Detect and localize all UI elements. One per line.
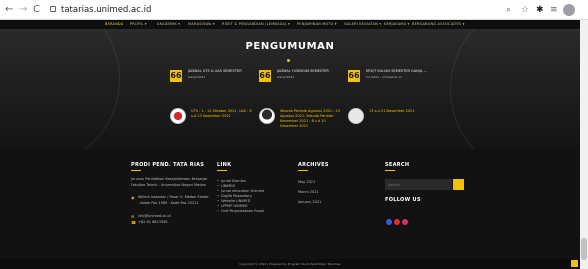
heading-underline <box>385 170 395 171</box>
lock-icon[interactable] <box>50 6 56 12</box>
nav-item-kerjasama[interactable]: KERJASAMA ▾ <box>384 21 409 28</box>
reload-icon[interactable]: C <box>33 3 40 17</box>
announcement-post[interactable]: Wisuda Periode Agustus 2021 : 23 Agustus… <box>259 108 344 138</box>
forward-icon[interactable]: → <box>19 3 27 17</box>
card-title[interactable]: JADWAL UTS & UAS SEMESTER <box>188 69 268 74</box>
search-input[interactable] <box>385 179 452 190</box>
back-to-top-button[interactable] <box>571 260 578 267</box>
footer-search-heading: SEARCH <box>385 162 410 168</box>
heading-underline <box>217 170 227 171</box>
follow-us-heading: FOLLOW US <box>385 197 421 203</box>
footer-about-desc: Jurusan Pendidikan Kesejahteraan Keluarg… <box>131 177 207 187</box>
bookmark-star-icon[interactable]: ☆ <box>521 3 529 17</box>
card-title[interactable]: KRS/T KULIAH SEMESTER GANJIL ... <box>366 69 446 74</box>
copyright-text: Copyright © 2021 | Powered by Program St… <box>239 262 341 266</box>
heading-underline <box>298 170 308 171</box>
youtube-icon[interactable] <box>394 219 400 225</box>
announcement-card[interactable]: 66 JADWAL UTS & UAS SEMESTER Ganjil 2021 <box>170 69 250 92</box>
zoom-icon[interactable]: ⌕ <box>506 3 511 17</box>
card-title[interactable]: JADWAL YUDISIUM SEMESTER <box>277 69 357 74</box>
profile-avatar[interactable] <box>563 4 575 16</box>
copyright-bar: Copyright © 2021 | Powered by Program St… <box>0 259 580 269</box>
post-thumbnail[interactable] <box>348 108 364 124</box>
reading-list-icon[interactable]: ≡ <box>550 3 558 17</box>
nav-item-akademik[interactable]: AKADEMIK ▾ <box>157 21 180 28</box>
announcement-card[interactable]: 66 KRS/T KULIAH SEMESTER GANJIL ... T.A … <box>348 69 428 92</box>
card-subtitle: T.A 2021 - unimed.ac.id <box>366 75 402 79</box>
post-text[interactable]: 13 s.d 21 Desember 2021 <box>369 109 431 114</box>
announcement-section: PENGUMUMAN 66 JADWAL UTS & UAS SEMESTER … <box>0 29 580 149</box>
nav-item-riset[interactable]: RISET & PENGABDIAN (LEMBAGA) ▾ <box>222 21 290 28</box>
quote-icon: 66 <box>348 70 360 82</box>
facebook-icon[interactable] <box>386 219 392 225</box>
scrollbar-thumb[interactable] <box>581 238 587 260</box>
footer-archives-heading: ARCHIVES <box>298 162 329 168</box>
phone-icon: ☎ <box>131 220 136 225</box>
nav-item-beranda[interactable]: BERANDA <box>105 21 123 28</box>
card-subtitle: Ganjil 2021 <box>188 75 206 79</box>
archive-link[interactable]: January 2021 <box>298 200 321 205</box>
announcement-post[interactable]: UTS : 1 - 11 Oktober 2021, UAS : 6 s.d 1… <box>170 108 255 138</box>
post-thumbnail[interactable] <box>170 108 186 124</box>
site-footer: PRODI PEND. TATA RIAS Jurusan Pendidikan… <box>0 149 580 259</box>
footer-address: Willem Iskandar / Pasar V, Medan Estate … <box>138 195 209 205</box>
browser-toolbar: ← → C tatarias.unimed.ac.id ⌕ ☆ ✱ ≡ <box>0 0 588 20</box>
card-subtitle: Ganjil 2021 <box>277 75 295 79</box>
location-pin-icon: ◉ <box>131 195 135 200</box>
announcement-post[interactable]: 13 s.d 21 Desember 2021 <box>348 108 433 138</box>
footer-link[interactable]: Unit Perpustakaan Pusat <box>217 209 264 214</box>
address-bar[interactable]: tatarias.unimed.ac.id <box>61 2 151 18</box>
post-thumbnail[interactable] <box>259 108 275 124</box>
nav-item-mahasiswa[interactable]: MAHASISWA ▾ <box>188 21 215 28</box>
title-accent-dot <box>287 59 290 62</box>
back-icon[interactable]: ← <box>5 3 13 17</box>
site-nav-bar: BERANDA PROFIL ▾ AKADEMIK ▾ MAHASISWA ▾ … <box>0 20 580 29</box>
heading-underline <box>131 170 141 171</box>
footer-phone: +62 61 6613365 <box>138 220 168 224</box>
archive-link[interactable]: May 2021 <box>298 180 315 185</box>
archive-link[interactable]: March 2021 <box>298 190 319 195</box>
email-icon: ✉ <box>131 214 135 219</box>
instagram-icon[interactable] <box>402 219 408 225</box>
extension-icon[interactable]: ✱ <box>536 3 544 17</box>
post-text[interactable]: Wisuda Periode Agustus 2021 : 23 Agustus… <box>280 109 342 129</box>
post-text[interactable]: UTS : 1 - 11 Oktober 2021, UAS : 6 s.d 1… <box>191 109 253 119</box>
nav-item-penjaminan-mutu[interactable]: PENJAMINAN MUTU ▾ <box>297 21 337 28</box>
nav-item-profil[interactable]: PROFIL ▾ <box>130 21 147 28</box>
announcement-card[interactable]: 66 JADWAL YUDISIUM SEMESTER Ganjil 2021 <box>259 69 339 92</box>
quote-icon: 66 <box>170 70 182 82</box>
footer-email[interactable]: info@unimed.ac.id <box>138 214 209 220</box>
nav-item-bergabung[interactable]: BERGABUNG ASSOCIATES ▾ <box>412 21 465 28</box>
nav-item-galeri-kegiatan[interactable]: GALERI KEGIATAN ▾ <box>344 21 381 28</box>
footer-about-heading: PRODI PEND. TATA RIAS <box>131 162 205 168</box>
footer-links-heading: LINK <box>217 162 232 168</box>
quote-icon: 66 <box>259 70 271 82</box>
search-button[interactable] <box>453 179 464 190</box>
page-scrollbar[interactable] <box>580 20 588 269</box>
section-title: PENGUMUMAN <box>245 41 335 52</box>
